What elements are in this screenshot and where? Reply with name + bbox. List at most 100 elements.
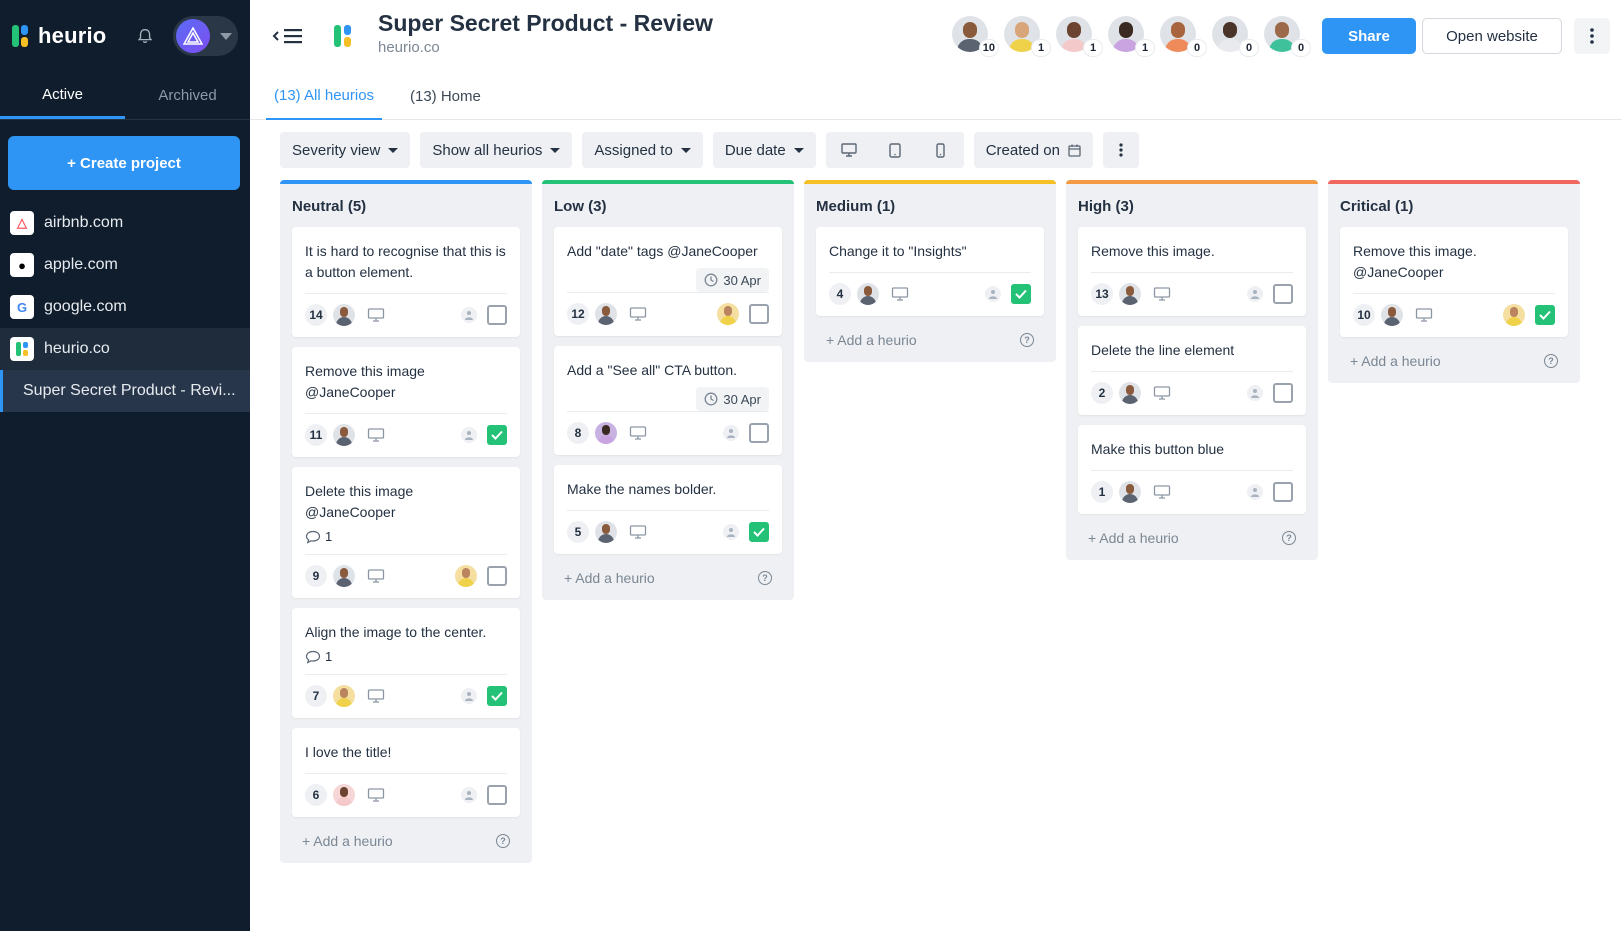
- resolve-checkbox[interactable]: [1273, 481, 1293, 502]
- assign-user-button[interactable]: [1247, 483, 1263, 500]
- resolve-checkbox[interactable]: [1273, 283, 1293, 304]
- project-label: google.com: [44, 298, 127, 315]
- open-website-button[interactable]: Open website: [1422, 18, 1562, 54]
- page-subtitle: heurio.co: [378, 39, 440, 56]
- more-options-button[interactable]: [1574, 18, 1610, 54]
- heurio-card[interactable]: Remove this image. 13: [1078, 227, 1306, 316]
- created-on-filter[interactable]: Created on: [973, 132, 1093, 168]
- add-heurio-row: + Add a heurio?: [1078, 524, 1306, 548]
- assign-user-button[interactable]: [461, 786, 477, 803]
- assigned-to-dropdown[interactable]: Assigned to: [582, 132, 703, 168]
- resolve-checkbox[interactable]: [749, 521, 769, 542]
- add-heurio-button[interactable]: + Add a heurio: [1088, 530, 1179, 546]
- heurio-card[interactable]: Align the image to the center. 1 7: [292, 608, 520, 718]
- assign-user-button[interactable]: [985, 285, 1001, 302]
- heurio-card[interactable]: Make the names bolder. 5: [554, 465, 782, 554]
- due-date-dropdown[interactable]: Due date: [712, 132, 816, 168]
- tablet-filter-button[interactable]: [871, 132, 918, 168]
- assign-user-button[interactable]: [1247, 384, 1263, 401]
- collaborator-avatar[interactable]: 0: [1160, 16, 1206, 56]
- heurio-card[interactable]: It is hard to recognise that this is a b…: [292, 227, 520, 337]
- assign-user-button[interactable]: [461, 306, 477, 323]
- mobile-filter-button[interactable]: [917, 132, 964, 168]
- collaborator-avatar[interactable]: 1: [1108, 16, 1154, 56]
- project-item-google[interactable]: G google.com: [0, 286, 250, 328]
- heurio-card[interactable]: Remove this image. @JaneCooper 10: [1340, 227, 1568, 337]
- author-avatar: [595, 520, 617, 543]
- assign-user-button[interactable]: [461, 687, 477, 704]
- tab-archived[interactable]: Archived: [125, 72, 250, 119]
- project-item-apple[interactable]: ● apple.com: [0, 244, 250, 286]
- more-vertical-icon: [1119, 143, 1123, 157]
- resolve-checkbox[interactable]: [749, 303, 769, 324]
- resolve-checkbox[interactable]: [1535, 304, 1555, 325]
- help-icon[interactable]: ?: [1544, 354, 1558, 368]
- google-icon: G: [10, 295, 34, 319]
- card-text: Change it to "Insights": [829, 243, 967, 259]
- resolve-checkbox[interactable]: [487, 424, 507, 445]
- help-icon[interactable]: ?: [1282, 531, 1296, 545]
- subproject-label: Super Secret Product - Revi...: [23, 382, 236, 399]
- resolve-checkbox[interactable]: [487, 565, 507, 586]
- assign-user-button[interactable]: [461, 426, 477, 443]
- heurio-card[interactable]: Make this button blue 1: [1078, 425, 1306, 514]
- subproject-item-active[interactable]: Super Secret Product - Revi...: [0, 370, 250, 412]
- add-heurio-button[interactable]: + Add a heurio: [826, 332, 917, 348]
- create-project-button[interactable]: + Create project: [8, 136, 240, 190]
- heurio-card[interactable]: Delete the line element 2: [1078, 326, 1306, 415]
- card-footer: 12: [567, 292, 769, 326]
- heurio-count-badge: 1: [1136, 40, 1154, 56]
- add-heurio-button[interactable]: + Add a heurio: [564, 570, 655, 586]
- project-item-airbnb[interactable]: △ airbnb.com: [0, 202, 250, 244]
- severity-view-dropdown[interactable]: Severity view: [280, 132, 411, 168]
- toolbar-more-button[interactable]: [1102, 132, 1139, 168]
- collapse-sidebar-icon[interactable]: [272, 25, 306, 47]
- assign-user-button[interactable]: [723, 523, 739, 540]
- heurio-card[interactable]: Add "date" tags @JaneCooper 30 Apr 12: [554, 227, 782, 336]
- add-heurio-button[interactable]: + Add a heurio: [302, 833, 393, 849]
- resolve-checkbox[interactable]: [1011, 283, 1031, 304]
- help-icon[interactable]: ?: [496, 834, 510, 848]
- more-vertical-icon: [1590, 28, 1594, 44]
- heurio-card[interactable]: Change it to "Insights" 4: [816, 227, 1044, 316]
- author-avatar: [333, 684, 355, 707]
- add-heurio-button[interactable]: + Add a heurio: [1350, 353, 1441, 369]
- collaborator-avatar[interactable]: 1: [1056, 16, 1102, 56]
- collaborator-avatar[interactable]: 1: [1004, 16, 1050, 56]
- triangle-logo-icon: [182, 27, 203, 45]
- help-icon[interactable]: ?: [758, 571, 772, 585]
- share-button[interactable]: Share: [1322, 18, 1416, 54]
- app-logo[interactable]: heurio: [12, 23, 106, 49]
- project-label: heurio.co: [44, 340, 110, 357]
- comment-count[interactable]: 1: [305, 529, 507, 544]
- account-switcher[interactable]: [172, 16, 238, 56]
- show-heurios-dropdown[interactable]: Show all heurios: [420, 132, 573, 168]
- heurio-card[interactable]: Remove this image @JaneCooper 11: [292, 347, 520, 457]
- account-avatar: [175, 19, 210, 53]
- project-item-heurio[interactable]: heurio.co: [0, 328, 250, 370]
- bell-icon[interactable]: [136, 26, 154, 46]
- tab-active[interactable]: Active: [0, 72, 125, 119]
- heurio-card[interactable]: Delete this image @JaneCooper 1 9: [292, 467, 520, 598]
- due-date-chip[interactable]: 30 Apr: [696, 268, 769, 292]
- tab-all-heurios[interactable]: (13) All heurios: [266, 72, 383, 120]
- resolve-checkbox[interactable]: [487, 685, 507, 706]
- clock-icon: [704, 392, 718, 406]
- assign-user-button[interactable]: [723, 424, 739, 441]
- heurio-card[interactable]: Add a "See all" CTA button. 30 Apr 8: [554, 346, 782, 455]
- collaborator-avatar[interactable]: 0: [1264, 16, 1310, 56]
- due-date-chip[interactable]: 30 Apr: [696, 387, 769, 411]
- resolve-checkbox[interactable]: [487, 304, 507, 325]
- collaborator-avatar[interactable]: 10: [952, 16, 998, 56]
- tab-home[interactable]: (13) Home: [406, 72, 485, 120]
- comment-count[interactable]: 1: [305, 649, 507, 664]
- assign-user-button[interactable]: [1247, 285, 1263, 302]
- help-icon[interactable]: ?: [1020, 333, 1034, 347]
- resolve-checkbox[interactable]: [487, 784, 507, 805]
- collaborator-avatar[interactable]: 0: [1212, 16, 1258, 56]
- resolve-checkbox[interactable]: [749, 422, 769, 443]
- board-column: Neutral (5) It is hard to recognise that …: [280, 180, 532, 863]
- heurio-card[interactable]: I love the title! 6: [292, 728, 520, 817]
- resolve-checkbox[interactable]: [1273, 382, 1293, 403]
- desktop-filter-button[interactable]: [825, 132, 872, 168]
